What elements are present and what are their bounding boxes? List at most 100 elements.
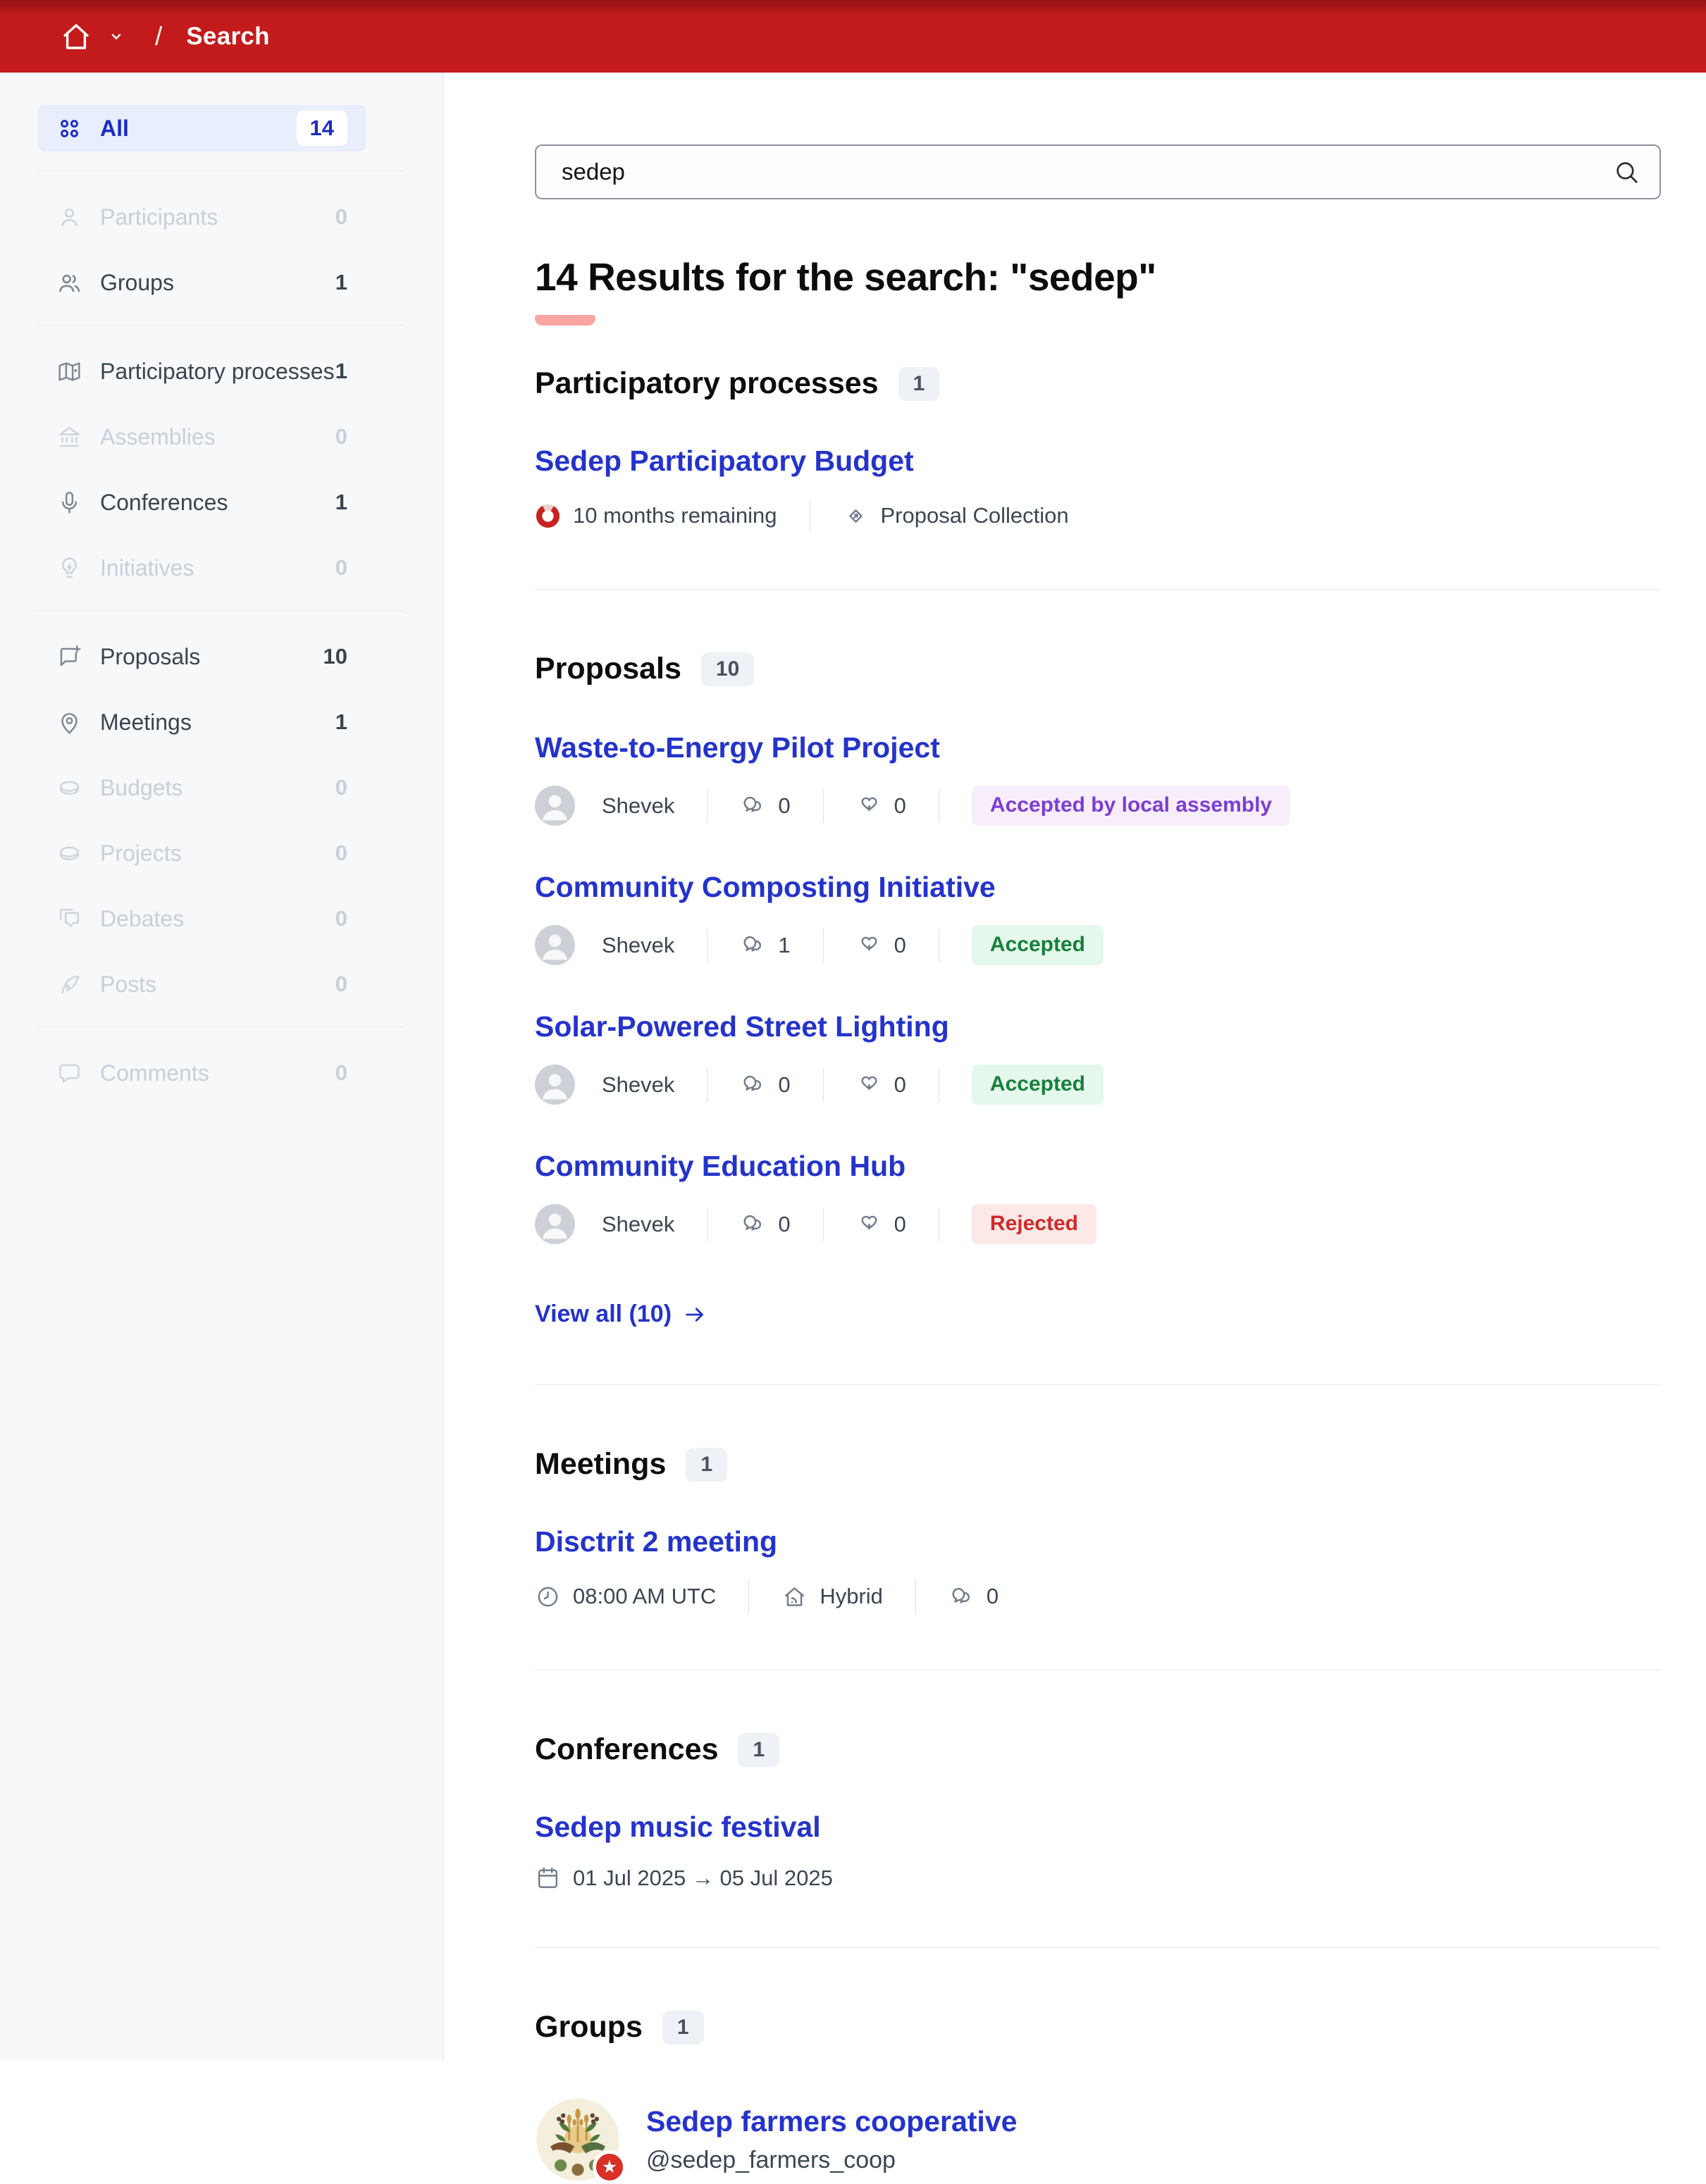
proposal-link[interactable]: Community Education Hub xyxy=(535,1150,905,1183)
sidebar-item-proposals[interactable]: Proposals 10 xyxy=(38,633,366,680)
sidebar-item-count: 0 xyxy=(335,204,347,229)
group-link[interactable]: Sedep farmers cooperative xyxy=(646,2105,1017,2138)
sidebar-item-count: 0 xyxy=(335,972,347,996)
home-wifi-icon xyxy=(781,1584,808,1610)
group-avatar: ★ xyxy=(535,2097,626,2184)
sidebar-item-label: All xyxy=(100,115,129,141)
sidebar-item-count: 1 xyxy=(335,709,347,734)
status-badge: Accepted xyxy=(971,925,1104,965)
breadcrumb-separator: / xyxy=(155,21,163,51)
comments-icon xyxy=(740,1211,766,1237)
chevron-down-icon[interactable] xyxy=(106,26,127,47)
mic-icon xyxy=(56,490,82,516)
sidebar-item-all[interactable]: All 14 xyxy=(38,105,366,151)
sidebar-divider xyxy=(38,170,405,171)
time-remaining: 10 months remaining xyxy=(573,503,777,528)
comments-icon xyxy=(740,932,766,958)
meeting-link[interactable]: Disctrit 2 meeting xyxy=(535,1525,777,1558)
sidebar-item-count: 0 xyxy=(335,424,347,449)
section-title: Participatory processes xyxy=(535,366,879,400)
conference-link[interactable]: Sedep music festival xyxy=(535,1811,821,1844)
process-link[interactable]: Sedep Participatory Budget xyxy=(535,445,914,478)
proposal-item: Solar-Powered Street Lighting Shevek 0 0… xyxy=(535,1010,1661,1105)
sidebar-item-label: Budgets xyxy=(100,774,183,800)
sidebar-item-label: Groups xyxy=(100,269,174,295)
timer-icon xyxy=(535,503,561,529)
sidebar-item-count: 1 xyxy=(335,270,347,294)
proposal-meta: Shevek 0 0 Accepted by local assembly xyxy=(535,786,1661,826)
results-heading: 14 Results for the search: "sedep" xyxy=(535,255,1156,299)
group-icon xyxy=(56,270,82,296)
search-icon[interactable] xyxy=(1613,159,1640,185)
sidebar-item-conferences[interactable]: Conferences 1 xyxy=(38,479,366,526)
group-handle: @sedep_farmers_coop xyxy=(646,2147,896,2173)
avatar xyxy=(535,925,575,965)
sidebar-item-count: 0 xyxy=(335,1060,347,1085)
section-proposals-header: Proposals 10 xyxy=(535,652,1661,686)
search-filter-sidebar: All 14 Participants 0 Groups 1 Participa… xyxy=(0,73,444,2061)
sidebar-item-groups[interactable]: Groups 1 xyxy=(38,259,366,306)
phase-diamond-icon xyxy=(843,503,869,529)
pen-nib-icon xyxy=(56,972,82,998)
sidebar-item-participants: Participants 0 xyxy=(38,194,366,240)
search-results-main: 14 Results for the search: "sedep" Parti… xyxy=(445,73,1706,2184)
sidebar-item-label: Posts xyxy=(100,971,157,997)
map-pin-icon xyxy=(56,709,82,736)
chat-plus-icon xyxy=(56,644,82,670)
sidebar-item-label: Proposals xyxy=(100,643,201,669)
sidebar-item-count: 0 xyxy=(335,906,347,931)
proposal-item: Community Education Hub Shevek 0 0 Rejec… xyxy=(535,1150,1661,1244)
sidebar-item-meetings[interactable]: Meetings 1 xyxy=(38,699,366,745)
coin-icon xyxy=(56,840,82,867)
endorsements-count: 0 xyxy=(894,793,906,818)
proposal-meta: Shevek 1 0 Accepted xyxy=(535,925,1661,965)
sidebar-item-label: Comments xyxy=(100,1060,209,1086)
lightbulb-icon xyxy=(56,555,82,581)
section-title: Conferences xyxy=(535,1732,719,1766)
sidebar-item-count: 1 xyxy=(335,490,347,514)
proposal-meta: Shevek 0 0 Accepted xyxy=(535,1065,1661,1105)
sidebar-item-label: Projects xyxy=(100,840,182,866)
section-meetings-header: Meetings 1 xyxy=(535,1447,1661,1482)
process-phase: Proposal Collection xyxy=(880,503,1069,528)
view-all-proposals-link[interactable]: View all (10) xyxy=(535,1301,707,1328)
meta-divider xyxy=(822,928,824,962)
sidebar-item-participatory-processes[interactable]: Participatory processes 1 xyxy=(38,348,366,395)
home-icon[interactable] xyxy=(59,20,93,54)
endorsements-heart-icon xyxy=(856,1211,882,1237)
endorsements-count: 0 xyxy=(894,1211,906,1236)
comments-icon xyxy=(948,1584,975,1610)
heading-underline xyxy=(535,315,595,325)
bank-icon xyxy=(56,424,82,450)
sidebar-divider xyxy=(38,610,405,611)
meeting-time: 08:00 AM UTC xyxy=(573,1584,717,1608)
search-box xyxy=(535,144,1661,199)
avatar xyxy=(535,1065,575,1105)
comments-icon xyxy=(740,1072,766,1098)
sidebar-item-label: Meetings xyxy=(100,709,192,735)
endorsements-heart-icon xyxy=(856,932,882,958)
section-title: Meetings xyxy=(535,1447,667,1481)
sidebar-item-label: Assemblies xyxy=(100,423,216,449)
status-badge: Rejected xyxy=(971,1204,1096,1244)
section-title: Proposals xyxy=(535,652,681,685)
section-count-badge: 1 xyxy=(898,366,940,401)
arrow-right-icon xyxy=(682,1302,707,1327)
search-input[interactable] xyxy=(535,144,1661,199)
status-badge: Accepted by local assembly xyxy=(971,786,1291,826)
sidebar-item-label: Debates xyxy=(100,905,185,931)
proposal-link[interactable]: Community Composting Initiative xyxy=(535,871,996,904)
proposal-link[interactable]: Solar-Powered Street Lighting xyxy=(535,1010,949,1043)
proposal-author: Shevek xyxy=(602,793,675,818)
sidebar-item-debates: Debates 0 xyxy=(38,895,366,942)
status-badge: Accepted xyxy=(971,1065,1104,1105)
endorsements-heart-icon xyxy=(856,793,882,819)
sidebar-item-label: Participatory processes xyxy=(100,358,335,384)
proposal-link[interactable]: Waste-to-Energy Pilot Project xyxy=(535,731,940,764)
section-count-badge: 1 xyxy=(738,1732,780,1767)
sidebar-item-posts: Posts 0 xyxy=(38,961,366,1007)
coin-icon xyxy=(56,775,82,801)
process-meta: 10 months remaining Proposal Collection xyxy=(535,499,1661,533)
comments-count: 0 xyxy=(778,793,791,818)
avatar xyxy=(535,1204,575,1244)
